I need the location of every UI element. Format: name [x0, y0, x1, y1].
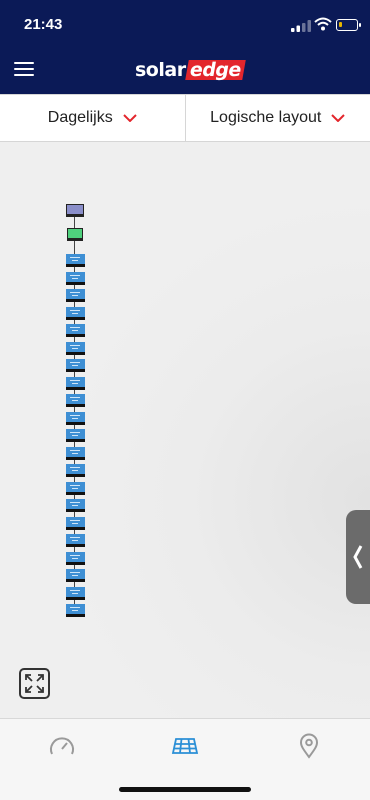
- chevron-down-icon: [331, 114, 346, 122]
- tab-site-map[interactable]: [295, 733, 323, 759]
- panel-node[interactable]: [66, 411, 85, 425]
- map-pin-icon: [299, 733, 319, 759]
- panel-node[interactable]: [66, 499, 85, 512]
- chevron-left-icon: [353, 545, 363, 569]
- panel-node[interactable]: [66, 551, 85, 565]
- inverter-node[interactable]: [66, 204, 84, 217]
- panel-node[interactable]: [66, 324, 85, 337]
- layout-canvas[interactable]: [0, 143, 370, 718]
- status-time: 21:43: [24, 16, 63, 33]
- panel-node[interactable]: [66, 516, 85, 530]
- menu-button[interactable]: [14, 62, 36, 78]
- battery-icon: [336, 19, 361, 31]
- panel-node[interactable]: [66, 289, 85, 302]
- side-drawer-handle[interactable]: [346, 510, 370, 604]
- panel-node[interactable]: [66, 429, 85, 442]
- app-header: 21:43 solar edge: [0, 0, 370, 94]
- expand-arrows-icon: [25, 674, 44, 693]
- panel-node[interactable]: [66, 586, 85, 600]
- panel-node[interactable]: [66, 359, 85, 372]
- panel-node[interactable]: [66, 376, 85, 390]
- period-dropdown[interactable]: Dagelijks: [0, 94, 185, 141]
- panel-node[interactable]: [66, 604, 85, 617]
- layout-dropdown[interactable]: Logische layout: [184, 94, 370, 141]
- tab-dashboard[interactable]: [48, 733, 76, 759]
- view-selectors: Dagelijks Logische layout: [0, 94, 370, 142]
- period-dropdown-label: Dagelijks: [47, 109, 113, 126]
- panel-node[interactable]: [66, 341, 85, 355]
- panel-node[interactable]: [66, 306, 85, 320]
- solaredge-logo: solar edge: [135, 58, 246, 82]
- tab-layout[interactable]: [171, 733, 199, 759]
- panel-node[interactable]: [66, 394, 85, 407]
- layout-dropdown-label: Logische layout: [210, 109, 322, 126]
- panel-node[interactable]: [66, 464, 85, 477]
- home-indicator: [119, 787, 251, 792]
- wifi-icon: [314, 17, 332, 31]
- panel-node[interactable]: [66, 569, 85, 582]
- logical-layout-tree: [60, 203, 90, 623]
- panel-node[interactable]: [66, 271, 85, 285]
- panel-node[interactable]: [66, 534, 85, 547]
- panel-node[interactable]: [66, 481, 85, 495]
- chevron-down-icon: [122, 114, 137, 122]
- panel-node[interactable]: [66, 446, 85, 460]
- meter-node[interactable]: [67, 228, 83, 241]
- cellular-signal-icon: [291, 20, 311, 32]
- gauge-icon: [50, 737, 74, 755]
- panel-node[interactable]: [66, 254, 85, 267]
- solar-panel-icon: [171, 738, 199, 754]
- fit-to-screen-button[interactable]: [19, 668, 50, 699]
